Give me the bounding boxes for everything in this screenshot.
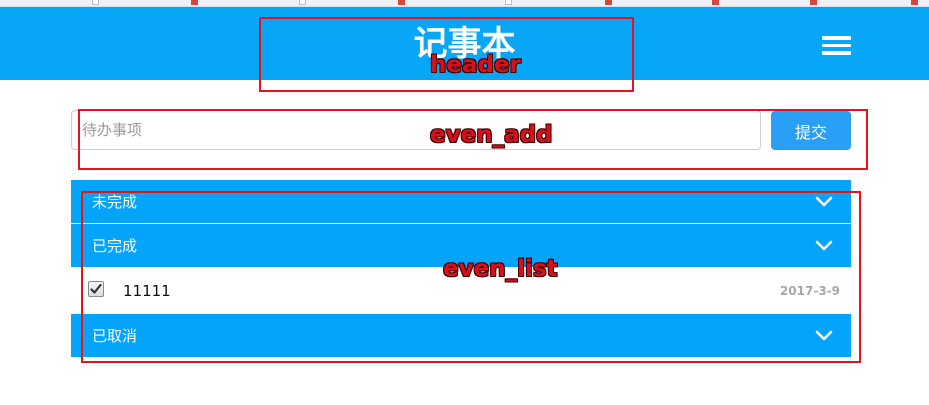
bookmark-favicon[interactable]: [810, 0, 817, 5]
bookmark-favicon[interactable]: [605, 0, 612, 5]
bookmark-favicon[interactable]: [911, 0, 918, 5]
section-label: 已取消: [92, 327, 138, 345]
chevron-down-icon[interactable]: [815, 196, 833, 208]
bookmark-favicon[interactable]: [712, 0, 719, 5]
task-text: 11111: [123, 282, 171, 300]
page-title: 记事本: [413, 24, 516, 64]
list-item: 11111 2017-3-9: [71, 267, 851, 314]
task-date: 2017-3-9: [779, 284, 840, 298]
task-checkbox[interactable]: [88, 281, 104, 297]
bookmark-favicon[interactable]: [191, 0, 198, 5]
todo-input[interactable]: [71, 110, 761, 150]
bookmark-favicon[interactable]: [299, 0, 306, 5]
section-header-incomplete[interactable]: 未完成: [71, 180, 851, 223]
checkmark-icon: [90, 283, 102, 294]
section-header-completed[interactable]: 已完成: [71, 224, 851, 267]
section-label: 已完成: [92, 237, 138, 255]
app-header: 记事本: [0, 7, 929, 80]
hamburger-menu-icon[interactable]: [822, 36, 851, 55]
chevron-down-icon[interactable]: [815, 330, 833, 342]
bookmark-favicon[interactable]: [92, 0, 99, 5]
browser-bookmark-strip: [0, 0, 929, 7]
section-header-cancelled[interactable]: 已取消: [71, 314, 851, 357]
section-label: 未完成: [92, 193, 138, 211]
bookmark-favicon[interactable]: [398, 0, 405, 5]
bookmark-favicon[interactable]: [505, 0, 512, 5]
chevron-down-icon[interactable]: [815, 240, 833, 252]
submit-button[interactable]: 提交: [771, 111, 851, 150]
